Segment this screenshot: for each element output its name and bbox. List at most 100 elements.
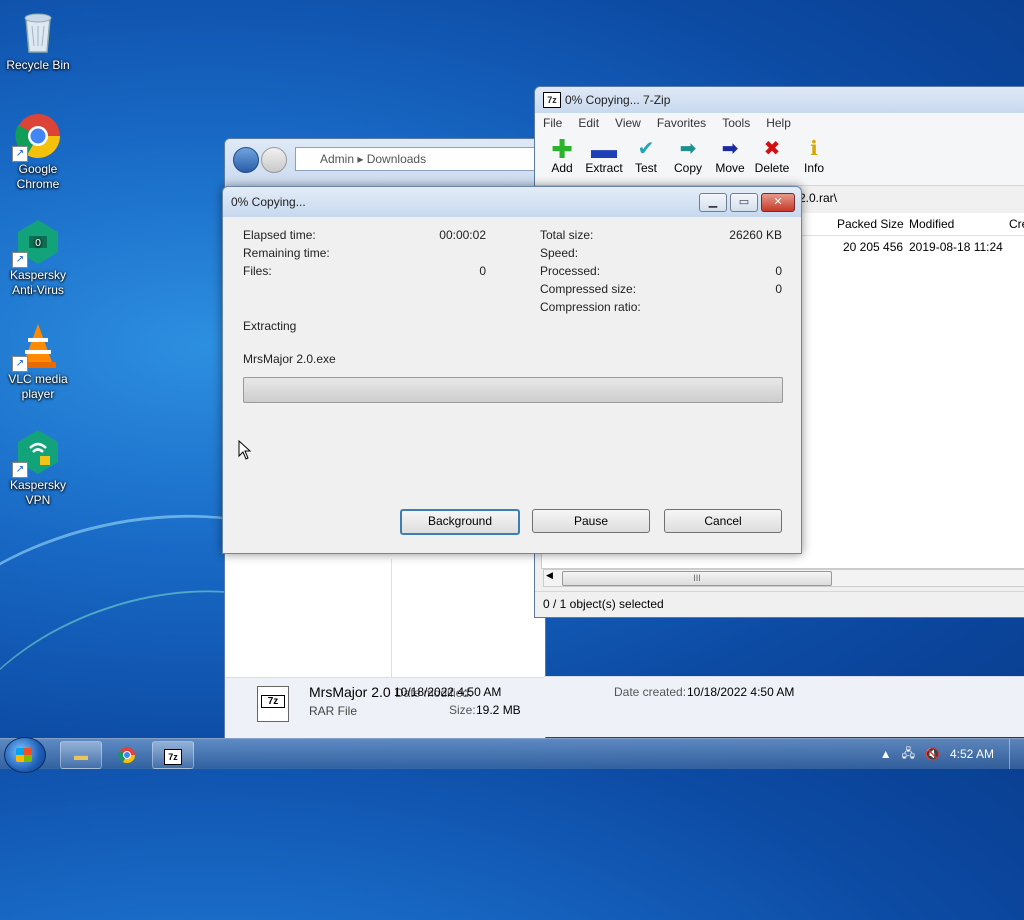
copy-label: Copy bbox=[673, 161, 702, 175]
info-label: Info bbox=[803, 161, 824, 175]
shortcut-arrow-icon: ↗ bbox=[12, 462, 28, 478]
cell-packed-size: 20 205 456 bbox=[843, 240, 904, 254]
chrome-icon bbox=[118, 747, 136, 764]
breadcrumb-downloads[interactable]: Downloads bbox=[367, 152, 426, 166]
extract-label: Extract bbox=[585, 161, 623, 175]
column-header: Packed Size Modified Cre bbox=[799, 213, 1024, 236]
x-icon: ✖ bbox=[763, 138, 781, 160]
copying-dialog[interactable]: 0% Copying... ▁ ▭ ✕ Elapsed time: 00:00:… bbox=[222, 186, 802, 554]
desktop-icon-label: Recycle Bin bbox=[6, 58, 70, 72]
dialog-body: Elapsed time: 00:00:02 Remaining time: F… bbox=[231, 217, 793, 545]
total-size-label: Total size: bbox=[540, 228, 594, 242]
speed-label: Speed: bbox=[540, 246, 579, 260]
delete-label: Delete bbox=[754, 161, 790, 175]
background-button[interactable]: Background bbox=[400, 509, 520, 535]
desktop-icon-label: Google Chrome bbox=[16, 162, 60, 191]
network-icon[interactable]: 🖧 bbox=[902, 744, 915, 765]
recycle-bin-icon bbox=[14, 8, 62, 56]
7zip-app-icon: 7z bbox=[164, 749, 182, 765]
column-created[interactable]: Cre bbox=[1009, 213, 1024, 235]
scroll-left-icon[interactable]: ◀ bbox=[546, 570, 553, 581]
minimize-button[interactable]: ▁ bbox=[699, 192, 727, 212]
show-desktop-button[interactable] bbox=[1009, 739, 1024, 769]
desktop-icon-kaspersky-vpn[interactable]: ↗ Kaspersky VPN bbox=[4, 428, 72, 508]
taskbar-chrome-button[interactable] bbox=[106, 741, 148, 769]
system-tray: ▲ 🖧 🔇 4:52 AM bbox=[880, 739, 1024, 769]
show-hidden-icons-icon[interactable]: ▲ bbox=[880, 747, 892, 761]
shortcut-arrow-icon: ↗ bbox=[12, 146, 28, 162]
menu-file[interactable]: File bbox=[535, 116, 570, 130]
extract-button[interactable]: ▬ Extract bbox=[583, 133, 625, 185]
shortcut-arrow-icon: ↗ bbox=[12, 356, 28, 372]
menu-view[interactable]: View bbox=[607, 116, 649, 130]
scroll-thumb[interactable]: III bbox=[562, 571, 832, 586]
processed-label: Processed: bbox=[540, 264, 601, 278]
column-modified[interactable]: Modified bbox=[909, 213, 954, 235]
elapsed-time-label: Elapsed time: bbox=[243, 228, 316, 242]
pause-button[interactable]: Pause bbox=[532, 509, 650, 533]
7zip-toolbar: ✚ Add ▬ Extract ✔ Test ➡ Copy ➡ Move ✖ D… bbox=[535, 133, 1024, 186]
menu-edit[interactable]: Edit bbox=[570, 116, 607, 130]
back-button[interactable] bbox=[233, 147, 259, 173]
move-button[interactable]: ➡ Move bbox=[709, 133, 751, 185]
files-label: Files: bbox=[243, 264, 272, 278]
add-button[interactable]: ✚ Add bbox=[541, 133, 583, 185]
address-bar[interactable]: Admin ▸ Downloads bbox=[295, 147, 545, 171]
vlc-icon: ↗ bbox=[12, 322, 62, 372]
delete-button[interactable]: ✖ Delete bbox=[751, 133, 793, 185]
plus-icon: ✚ bbox=[551, 134, 573, 164]
copy-button[interactable]: ➡ Copy bbox=[667, 133, 709, 185]
progress-bar bbox=[243, 377, 783, 403]
breadcrumb-admin[interactable]: Admin bbox=[320, 152, 354, 166]
chevron-right-icon: ▸ bbox=[357, 152, 367, 166]
rar-file-icon: 7z bbox=[257, 686, 289, 722]
menu-help[interactable]: Help bbox=[758, 116, 799, 130]
file-type: RAR File bbox=[309, 704, 358, 718]
clock[interactable]: 4:52 AM bbox=[950, 747, 994, 761]
desktop-icon-label: Kaspersky Anti-Virus bbox=[9, 268, 67, 297]
taskbar: ▬ 7z ▲ 🖧 🔇 4:52 AM bbox=[0, 737, 1024, 773]
test-label: Test bbox=[634, 161, 657, 175]
desktop-icon-kaspersky-antivirus[interactable]: 0 ↗ Kaspersky Anti-Virus bbox=[4, 218, 72, 298]
dialog-title: 0% Copying... bbox=[231, 195, 306, 209]
copy-arrow-icon: ➡ bbox=[679, 138, 697, 160]
info-icon: ℹ bbox=[810, 138, 818, 160]
menu-tools[interactable]: Tools bbox=[714, 116, 758, 130]
elapsed-time-value: 00:00:02 bbox=[439, 228, 486, 242]
file-name: MrsMajor 2.0 bbox=[309, 684, 391, 700]
taskbar-explorer-button[interactable]: ▬ bbox=[60, 741, 102, 769]
menu-favorites[interactable]: Favorites bbox=[649, 116, 714, 130]
processed-value: 0 bbox=[775, 264, 782, 278]
pane-divider bbox=[391, 559, 392, 677]
path-bar[interactable]: 2.0.rar\ bbox=[799, 187, 837, 209]
compressed-size-label: Compressed size: bbox=[540, 282, 637, 296]
test-button[interactable]: ✔ Test bbox=[625, 133, 667, 185]
column-packed-size[interactable]: Packed Size bbox=[837, 213, 904, 235]
cancel-button[interactable]: Cancel bbox=[664, 509, 782, 533]
folder-icon: ▬ bbox=[74, 747, 88, 763]
current-file-label: MrsMajor 2.0.exe bbox=[243, 352, 336, 366]
minus-icon: ▬ bbox=[591, 134, 617, 164]
close-button[interactable]: ✕ bbox=[761, 192, 795, 212]
7zip-app-icon: 7z bbox=[543, 92, 561, 108]
files-value: 0 bbox=[479, 264, 486, 278]
desktop-icon-label: Kaspersky VPN bbox=[9, 478, 67, 507]
menu-bar: File Edit View Favorites Tools Help bbox=[535, 113, 1024, 133]
explorer-titlebar: Admin ▸ Downloads bbox=[225, 139, 545, 193]
table-row[interactable]: 20 205 456 2019-08-18 11:24 bbox=[799, 237, 1024, 257]
volume-muted-icon[interactable]: 🔇 bbox=[925, 747, 940, 761]
desktop-icon-chrome[interactable]: ↗ Google Chrome bbox=[4, 112, 72, 192]
maximize-button[interactable]: ▭ bbox=[730, 192, 758, 212]
forward-button[interactable] bbox=[261, 147, 287, 173]
horizontal-scrollbar[interactable]: ◀ III bbox=[543, 569, 1024, 587]
taskbar-7zip-button[interactable]: 7z bbox=[152, 741, 194, 769]
desktop-icon-vlc[interactable]: ↗ VLC media player bbox=[4, 322, 72, 402]
info-button[interactable]: ℹ Info bbox=[793, 133, 835, 185]
move-label: Move bbox=[715, 161, 745, 175]
total-size-value: 26260 KB bbox=[729, 228, 782, 242]
desktop-icon-recycle-bin[interactable]: Recycle Bin bbox=[4, 8, 72, 73]
windows-logo-icon bbox=[16, 748, 32, 762]
date-created-label: Date created: bbox=[614, 685, 687, 699]
date-created-value: 10/18/2022 4:50 AM bbox=[687, 685, 795, 699]
status-bar: 0 / 1 object(s) selected bbox=[535, 591, 1024, 615]
